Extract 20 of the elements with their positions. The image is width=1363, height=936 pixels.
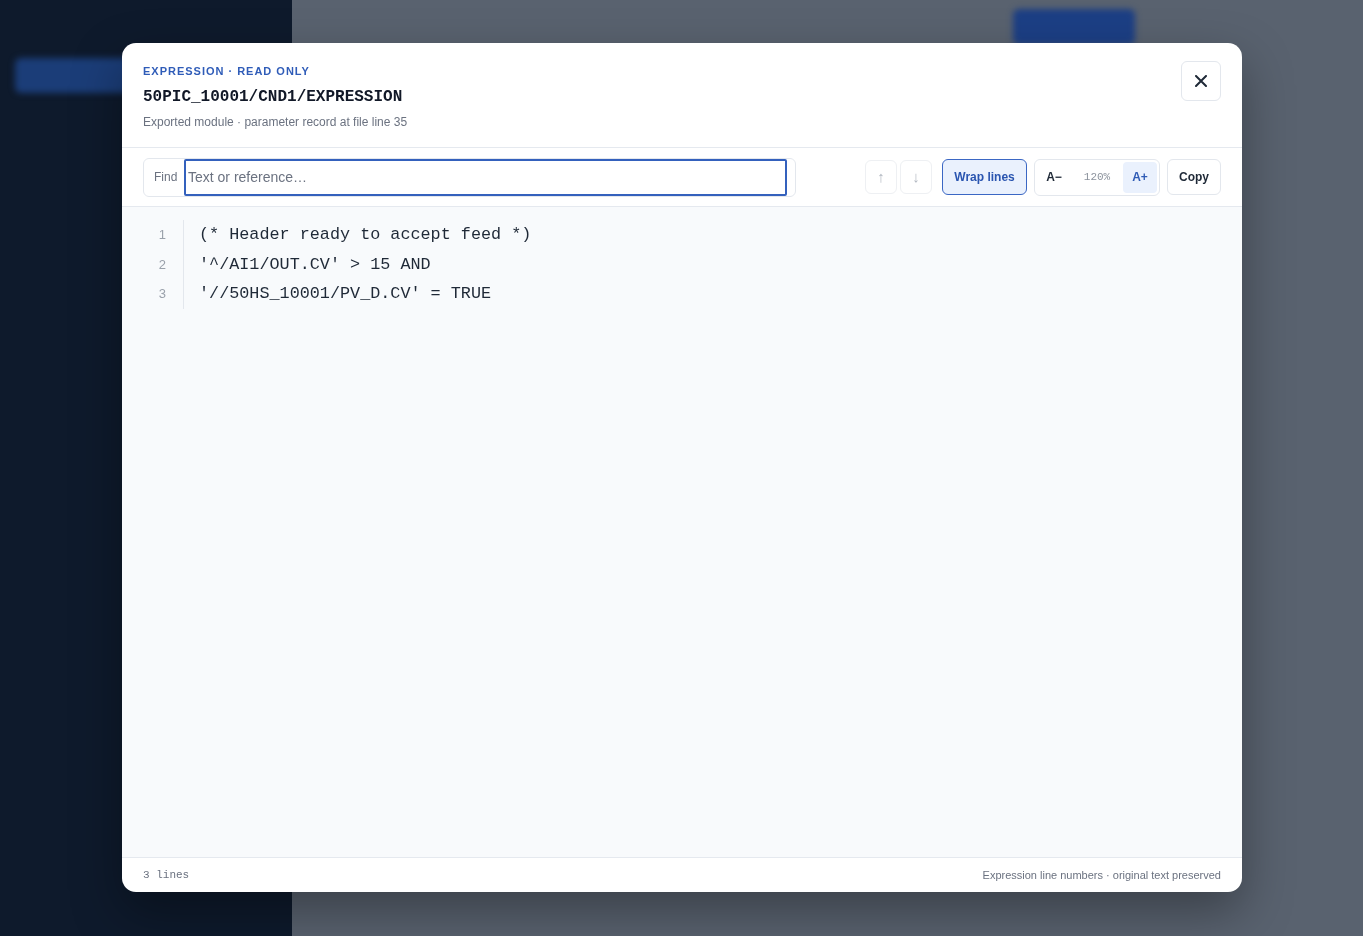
code-line: '//50HS_10001/PV_D.CV' = TRUE — [199, 283, 492, 306]
dialog-kicker: EXPRESSION · READ ONLY — [143, 64, 310, 78]
footer-note: Expression line numbers · original text preserved — [982, 867, 1221, 883]
line-count: 3 lines — [143, 867, 190, 883]
line-number: 1 — [158, 226, 166, 244]
line-number: 2 — [158, 255, 166, 274]
code-line: (* Header ready to accept feed *) — [199, 224, 532, 247]
dialog-title: 50PIC_10001/CND1/EXPRESSION — [143, 87, 403, 107]
code-line: '^/AI1/OUT.CV' > 15 AND — [199, 253, 431, 276]
copy-button[interactable]: Copy — [1167, 159, 1221, 195]
dialog-subtitle: Exported module · parameter record at file line 35 — [143, 115, 408, 130]
find-input[interactable]: Text or reference… — [184, 158, 787, 196]
close-button[interactable] — [1181, 61, 1221, 101]
decrease-font-button[interactable]: A− — [1037, 161, 1071, 193]
close-icon — [1195, 75, 1207, 87]
font-size-reading: 120% — [1082, 169, 1112, 185]
line-number: 3 — [158, 285, 166, 303]
wrap-lines-toggle[interactable]: Wrap lines — [942, 159, 1027, 195]
increase-font-button[interactable]: A+ — [1123, 161, 1157, 193]
find-label: Find — [153, 169, 179, 186]
